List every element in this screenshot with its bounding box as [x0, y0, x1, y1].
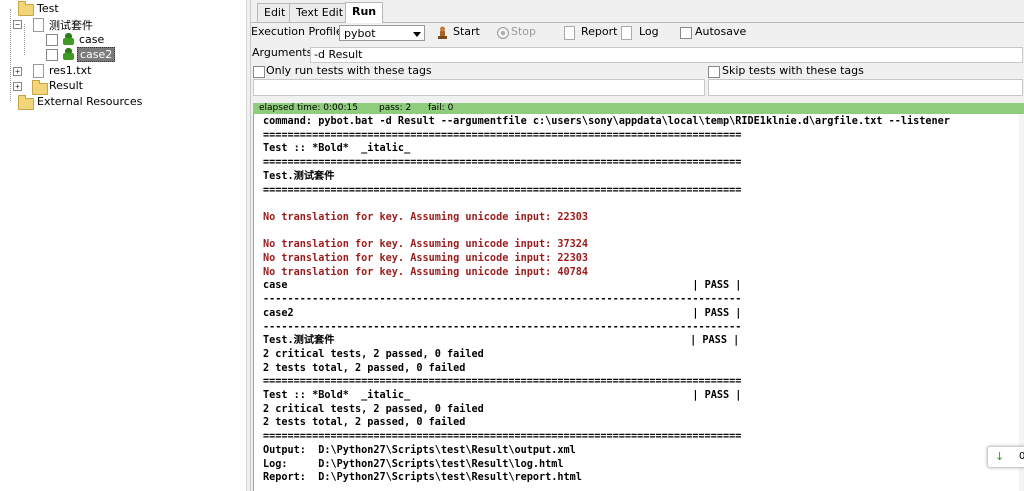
execution-profile-value: pybot [344, 27, 376, 40]
tab-run[interactable]: Run [345, 2, 384, 23]
chevron-down-icon [413, 32, 421, 37]
console-line: Test :: *Bold* _italic_ | PASS | [263, 390, 742, 401]
skip-tags-input[interactable] [708, 79, 1023, 96]
download-notification[interactable]: ↓ 0 [987, 446, 1024, 468]
console-scrollbar[interactable] [1019, 114, 1024, 491]
tree-root-label[interactable]: Test [37, 2, 59, 15]
run-status-bar: elapsed time: 0:00:15 pass: 2 fail: 0 [253, 103, 1024, 114]
tab-bar: Edit Text Edit Run [251, 0, 1024, 23]
console-line: Output: D:\Python27\Scripts\test\Result\… [263, 444, 576, 456]
arguments-input[interactable]: -d Result [310, 47, 1023, 63]
tree-line [10, 9, 11, 101]
autosave-label: Autosave [695, 25, 747, 38]
console-line: Test.测试套件 | PASS | [263, 335, 740, 347]
test-checkbox-case2[interactable] [46, 49, 58, 61]
arguments-label: Arguments: [252, 46, 317, 59]
only-run-tags-label: Only run tests with these tags [266, 64, 432, 77]
start-icon[interactable] [437, 26, 448, 40]
tree-line [24, 24, 25, 55]
stop-icon[interactable] [497, 27, 509, 39]
console-line: Test :: *Bold* _italic_ [263, 143, 411, 155]
console-line: 2 tests total, 2 passed, 0 failed [263, 417, 466, 429]
console-line: ========================================… [263, 376, 742, 388]
log-icon[interactable] [621, 26, 632, 40]
suite-file-icon [33, 18, 44, 32]
stop-button[interactable]: Stop [511, 25, 536, 38]
tree-test-case[interactable]: case [79, 33, 104, 46]
tree-external-label[interactable]: External Resources [37, 95, 142, 108]
download-count: 0 [1019, 451, 1024, 462]
console-line: No translation for key. Assuming unicode… [263, 239, 589, 251]
console-line: ----------------------------------------… [263, 321, 742, 333]
resource-file-icon [33, 64, 44, 78]
console-line: ----------------------------------------… [263, 294, 742, 306]
console-line: ========================================… [263, 129, 742, 141]
tab-text-edit[interactable]: Text Edit [289, 3, 351, 22]
folder-icon [18, 95, 34, 110]
execution-profile-label: Execution Profile: [251, 25, 347, 38]
tab-edit[interactable]: Edit [257, 3, 293, 22]
console-line: ========================================… [263, 157, 742, 169]
console-line: 2 critical tests, 2 passed, 0 failed [263, 403, 484, 415]
robot-icon [63, 33, 74, 45]
console-line: case2 | PASS | [263, 307, 742, 319]
console-line: No translation for key. Assuming unicode… [263, 253, 589, 264]
test-checkbox-case[interactable] [46, 34, 58, 46]
console-line: No translation for key. Assuming unicode… [263, 211, 589, 223]
robot-icon [63, 48, 74, 60]
pass-count: pass: 2 [379, 103, 412, 113]
fail-count: fail: 0 [428, 103, 454, 113]
console-line: case | PASS | [263, 280, 742, 292]
elapsed-time: elapsed time: 0:00:15 [259, 103, 358, 113]
execution-profile-select[interactable]: pybot [339, 25, 425, 41]
tree-resource-label[interactable]: res1.txt [49, 64, 91, 77]
tree-suite-label[interactable]: 测试套件 [49, 17, 93, 33]
console-line: ========================================… [263, 184, 742, 196]
console-line: ========================================… [263, 431, 742, 443]
console-output[interactable]: command: pybot.bat -d Result --argumentf… [253, 114, 1024, 491]
skip-tags-label: Skip tests with these tags [722, 64, 864, 77]
tree-result-label[interactable]: Result [49, 79, 83, 92]
only-run-tags-input[interactable] [253, 79, 705, 96]
console-line: 2 tests total, 2 passed, 0 failed [263, 362, 466, 374]
console-line: 2 critical tests, 2 passed, 0 failed [263, 348, 484, 360]
report-button[interactable]: Report [581, 25, 617, 38]
start-button[interactable]: Start [453, 25, 480, 38]
download-arrow-icon: ↓ [995, 450, 1005, 463]
folder-icon [18, 1, 34, 16]
only-run-tags-checkbox[interactable] [253, 66, 265, 78]
expand-icon[interactable]: + [13, 67, 22, 76]
run-panel: Edit Text Edit Run Execution Profile: py… [251, 0, 1024, 491]
console-line: No translation for key. Assuming unicode… [263, 266, 589, 278]
log-button[interactable]: Log [639, 25, 659, 38]
console-line: command: pybot.bat -d Result --argumentf… [263, 116, 950, 127]
console-line: Log: D:\Python27\Scripts\test\Result\log… [263, 458, 564, 470]
tree-test-case2[interactable]: case2 [77, 47, 116, 62]
folder-icon [32, 80, 48, 95]
autosave-checkbox[interactable] [680, 27, 692, 39]
report-icon[interactable] [564, 26, 575, 40]
console-line: Report: D:\Python27\Scripts\test\Result\… [263, 472, 582, 484]
test-tree: Test − 测试套件 case case2 + res1.txt + Resu… [0, 0, 246, 491]
skip-tags-checkbox[interactable] [708, 66, 720, 78]
expand-icon[interactable]: + [13, 82, 22, 91]
console-line: Test.测试套件 [263, 170, 335, 182]
collapse-icon[interactable]: − [13, 20, 22, 29]
